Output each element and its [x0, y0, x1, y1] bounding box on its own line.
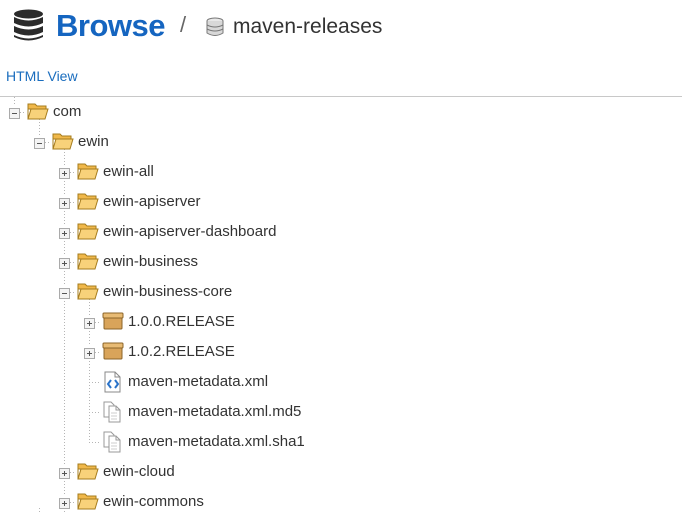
expand-icon[interactable]	[59, 466, 70, 479]
tree-node-label: ewin-cloud	[103, 463, 175, 480]
collapse-icon[interactable]	[34, 136, 45, 149]
folder-open-icon	[27, 101, 49, 126]
tree-folder-node[interactable]: ewin-apiserver-dashboard	[0, 217, 682, 247]
tree-folder-node[interactable]: ewin-all	[0, 157, 682, 187]
tree-node-label: maven-metadata.xml.sha1	[128, 433, 305, 450]
folder-open-icon	[77, 491, 99, 516]
html-view-link[interactable]: HTML View	[6, 66, 78, 86]
page-title: Browse	[56, 8, 165, 43]
folder-open-icon	[52, 131, 74, 156]
tree-node-label: ewin-business	[103, 253, 199, 270]
tree-folder-node[interactable]: ewin-business	[0, 247, 682, 277]
folder-open-icon	[77, 281, 99, 306]
tree-folder-node[interactable]: ewin	[0, 127, 682, 157]
collapse-icon[interactable]	[9, 106, 20, 119]
tree-package-node[interactable]: 1.0.0.RELEASE	[0, 307, 682, 337]
breadcrumb-separator: /	[180, 12, 187, 37]
tree-folder-node[interactable]: ewin-commons	[0, 487, 682, 517]
package-icon	[102, 311, 124, 336]
tree-node-label: 1.0.0.RELEASE	[128, 313, 235, 330]
tree-node-label: ewin-all	[103, 163, 154, 180]
expand-icon[interactable]	[84, 316, 95, 329]
page-header: Browse / maven-releases	[0, 0, 682, 56]
tree-folder-node[interactable]: ewin-business-core	[0, 277, 682, 307]
expand-icon[interactable]	[59, 496, 70, 509]
tree-file-node[interactable]: maven-metadata.xml.sha1	[0, 427, 682, 457]
folder-open-icon	[77, 221, 99, 246]
tree-folder-node[interactable]: ewin-cloud	[0, 457, 682, 487]
tree-node-label: ewin	[78, 133, 109, 150]
collapse-icon[interactable]	[59, 286, 70, 299]
tree-node-label: ewin-apiserver-dashboard	[103, 223, 277, 240]
expand-icon[interactable]	[59, 196, 70, 209]
tree-folder-node[interactable]: ewin-apiserver	[0, 187, 682, 217]
tree-node-label: ewin-business-core	[103, 283, 233, 300]
xml-file-icon	[102, 371, 124, 398]
expand-icon[interactable]	[84, 346, 95, 359]
folder-open-icon	[77, 251, 99, 276]
tree-node-label: ewin-apiserver	[103, 193, 201, 210]
file-icon	[102, 401, 124, 428]
tree-node-label: maven-metadata.xml	[128, 373, 269, 390]
expand-icon[interactable]	[59, 226, 70, 239]
folder-open-icon	[77, 461, 99, 486]
expand-icon[interactable]	[59, 166, 70, 179]
folder-open-icon	[77, 191, 99, 216]
repository-name[interactable]: maven-releases	[233, 13, 382, 41]
tree-folder-node[interactable]: com	[0, 97, 682, 127]
package-icon	[102, 341, 124, 366]
repository-icon	[206, 17, 224, 36]
database-icon	[14, 9, 43, 41]
tree-file-node[interactable]: maven-metadata.xml	[0, 367, 682, 397]
tree-node-label: ewin-commons	[103, 493, 204, 510]
tree-file-node[interactable]: maven-metadata.xml.md5	[0, 397, 682, 427]
tree-package-node[interactable]: 1.0.2.RELEASE	[0, 337, 682, 367]
tree-node-label: com	[53, 103, 82, 120]
file-icon	[102, 431, 124, 458]
repository-tree: com ewin ewin-all ewin-apiserver ewin-apiser…	[0, 97, 682, 512]
expand-icon[interactable]	[59, 256, 70, 269]
tree-node-label: maven-metadata.xml.md5	[128, 403, 302, 420]
folder-open-icon	[77, 161, 99, 186]
tree-node-label: 1.0.2.RELEASE	[128, 343, 235, 360]
